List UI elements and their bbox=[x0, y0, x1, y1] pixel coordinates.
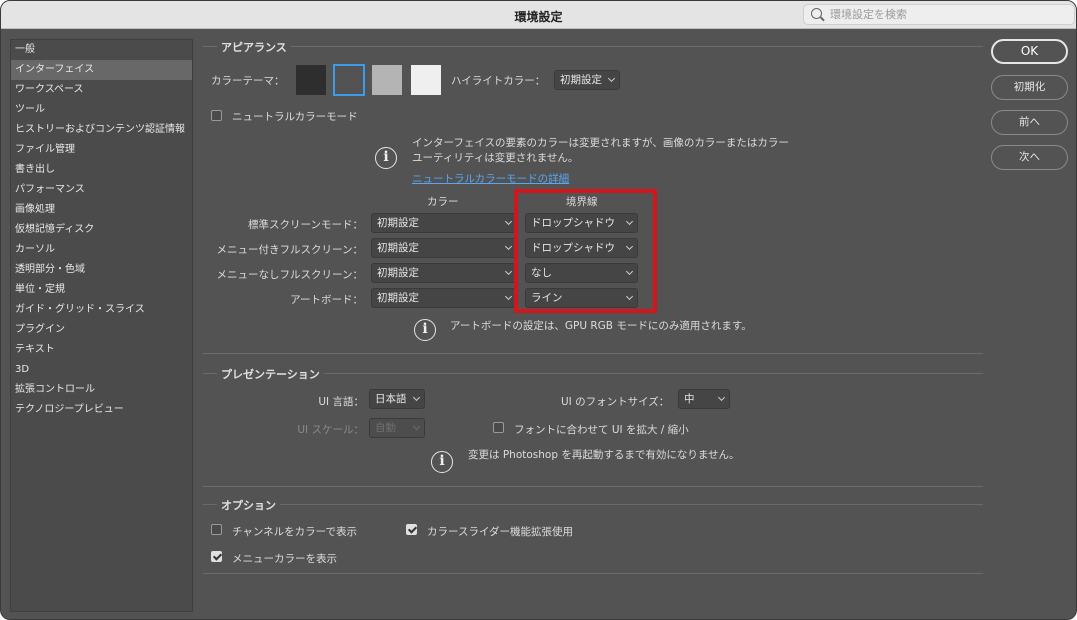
next-button[interactable]: 次へ bbox=[991, 145, 1068, 170]
sidebar-item-performance[interactable]: パフォーマンス bbox=[11, 180, 192, 200]
color-theme-label: カラーテーマ： bbox=[211, 75, 285, 87]
prev-button[interactable]: 前へ bbox=[991, 110, 1068, 135]
row-label-full-screen: メニューなしフルスクリーン： bbox=[216, 269, 363, 281]
info-icon: i bbox=[375, 147, 397, 169]
full-screen-menus-color-select[interactable]: 初期設定 bbox=[371, 238, 517, 258]
theme-swatch-medium-light[interactable] bbox=[372, 65, 402, 95]
column-header-color: カラー bbox=[427, 196, 459, 208]
theme-swatch-darkest[interactable] bbox=[296, 65, 326, 95]
sidebar-item-interface[interactable]: インターフェイス bbox=[11, 60, 192, 80]
ui-language-label: UI 言語： bbox=[318, 396, 364, 408]
highlight-color-value: 初期設定 bbox=[560, 74, 602, 86]
channels-in-color-checkbox[interactable] bbox=[211, 524, 222, 535]
search-box[interactable] bbox=[803, 4, 1075, 25]
sidebar-item-general[interactable]: 一般 bbox=[11, 40, 192, 60]
search-input[interactable] bbox=[830, 7, 1070, 22]
dynamic-color-sliders-checkbox[interactable] bbox=[406, 524, 417, 535]
neutral-info-line1: インターフェイスの要素のカラーは変更されますが、画像のカラーまたはカラー bbox=[412, 137, 789, 149]
neutral-info-line2: ユーティリティは変更されません。 bbox=[412, 152, 579, 164]
sidebar-item-plugins[interactable]: プラグイン bbox=[11, 320, 192, 340]
ui-font-size-label: UI のフォントサイズ： bbox=[561, 396, 670, 408]
info-icon: i bbox=[431, 451, 453, 473]
sidebar-item-type[interactable]: テキスト bbox=[11, 340, 192, 360]
chevron-down-icon bbox=[504, 242, 513, 251]
title-bar: 環境設定 bbox=[1, 1, 1076, 29]
full-screen-color-select[interactable]: 初期設定 bbox=[371, 263, 517, 283]
scale-ui-to-font-checkbox[interactable] bbox=[493, 422, 504, 433]
ui-language-value: 日本語 bbox=[375, 393, 407, 405]
chevron-down-icon bbox=[412, 422, 421, 431]
sidebar-item-units[interactable]: 単位・定規 bbox=[11, 280, 192, 300]
neutral-mode-learn-more-link[interactable]: ニュートラルカラーモードの詳細 bbox=[412, 171, 569, 186]
sidebar-item-scratch-disks[interactable]: 仮想記憶ディスク bbox=[11, 220, 192, 240]
row-label-full-screen-with-menus: メニュー付きフルスクリーン： bbox=[216, 244, 363, 256]
preferences-sidebar: 一般 インターフェイス ワークスペース ツール ヒストリーおよびコンテンツ認証情… bbox=[10, 39, 193, 612]
ui-font-size-select[interactable]: 中 bbox=[678, 389, 730, 409]
sidebar-item-enhanced-controls[interactable]: 拡張コントロール bbox=[11, 380, 192, 400]
show-menu-colors-label: メニューカラーを表示 bbox=[232, 553, 337, 565]
dynamic-color-sliders-label: カラースライダー機能拡張使用 bbox=[427, 526, 574, 538]
sidebar-item-image-processing[interactable]: 画像処理 bbox=[11, 200, 192, 220]
sidebar-item-guides[interactable]: ガイド・グリッド・スライス bbox=[11, 300, 192, 320]
chevron-down-icon bbox=[504, 292, 513, 301]
options-title: オプション bbox=[217, 497, 280, 513]
ui-scale-value: 自動 bbox=[375, 422, 396, 434]
chevron-down-icon bbox=[717, 393, 726, 402]
chevron-down-icon bbox=[504, 217, 513, 226]
full-screen-menus-color-value: 初期設定 bbox=[377, 242, 419, 254]
sidebar-item-export[interactable]: 書き出し bbox=[11, 160, 192, 180]
sidebar-item-workspace[interactable]: ワークスペース bbox=[11, 80, 192, 100]
highlight-annotation-box bbox=[514, 189, 657, 313]
ok-button[interactable]: OK bbox=[991, 39, 1068, 64]
scale-ui-to-font-label: フォントに合わせて UI を拡大 / 縮小 bbox=[514, 424, 689, 436]
neutral-color-mode-checkbox[interactable] bbox=[211, 110, 222, 121]
sidebar-item-technology-previews[interactable]: テクノロジープレビュー bbox=[11, 400, 192, 420]
highlight-color-select[interactable]: 初期設定 bbox=[554, 70, 620, 90]
sidebar-item-3d[interactable]: 3D bbox=[11, 360, 192, 380]
neutral-color-mode-label: ニュートラルカラーモード bbox=[232, 111, 358, 123]
theme-swatch-lightest[interactable] bbox=[411, 65, 441, 95]
reset-button[interactable]: 初期化 bbox=[991, 75, 1068, 100]
theme-swatch-medium-dark[interactable] bbox=[333, 64, 365, 96]
highlight-color-label: ハイライトカラー： bbox=[451, 75, 546, 87]
chevron-down-icon bbox=[504, 267, 513, 276]
ui-language-select[interactable]: 日本語 bbox=[369, 389, 425, 409]
channels-in-color-label: チャンネルをカラーで表示 bbox=[232, 526, 358, 538]
standard-screen-color-select[interactable]: 初期設定 bbox=[371, 213, 517, 233]
ui-font-size-value: 中 bbox=[684, 393, 695, 405]
sidebar-item-transparency[interactable]: 透明部分・色域 bbox=[11, 260, 192, 280]
presentation-title: プレゼンテーション bbox=[217, 366, 324, 382]
search-icon bbox=[811, 8, 822, 19]
artboards-color-select[interactable]: 初期設定 bbox=[371, 288, 517, 308]
artboard-gpu-note: アートボードの設定は、GPU RGB モードにのみ適用されます。 bbox=[450, 320, 752, 332]
sidebar-item-cursors[interactable]: カーソル bbox=[11, 240, 192, 260]
preferences-window: 環境設定 一般 インターフェイス ワークスペース ツール ヒストリーおよびコンテ… bbox=[0, 0, 1077, 620]
appearance-title: アピアランス bbox=[217, 39, 291, 55]
row-label-artboards: アートボード： bbox=[290, 294, 363, 306]
sidebar-item-history[interactable]: ヒストリーおよびコンテンツ認証情報 bbox=[11, 120, 192, 140]
sidebar-item-tools[interactable]: ツール bbox=[11, 100, 192, 120]
sidebar-item-file-handling[interactable]: ファイル管理 bbox=[11, 140, 192, 160]
info-icon: i bbox=[414, 319, 436, 341]
artboards-color-value: 初期設定 bbox=[377, 292, 419, 304]
chevron-down-icon bbox=[607, 74, 616, 83]
full-screen-color-value: 初期設定 bbox=[377, 267, 419, 279]
standard-screen-color-value: 初期設定 bbox=[377, 217, 419, 229]
chevron-down-icon bbox=[412, 393, 421, 402]
ui-scale-label: UI スケール： bbox=[297, 424, 364, 436]
restart-note: 変更は Photoshop を再起動するまで有効になりません。 bbox=[468, 449, 740, 461]
ui-scale-select[interactable]: 自動 bbox=[369, 418, 425, 438]
row-label-standard-screen: 標準スクリーンモード： bbox=[248, 219, 363, 231]
show-menu-colors-checkbox[interactable] bbox=[211, 551, 222, 562]
